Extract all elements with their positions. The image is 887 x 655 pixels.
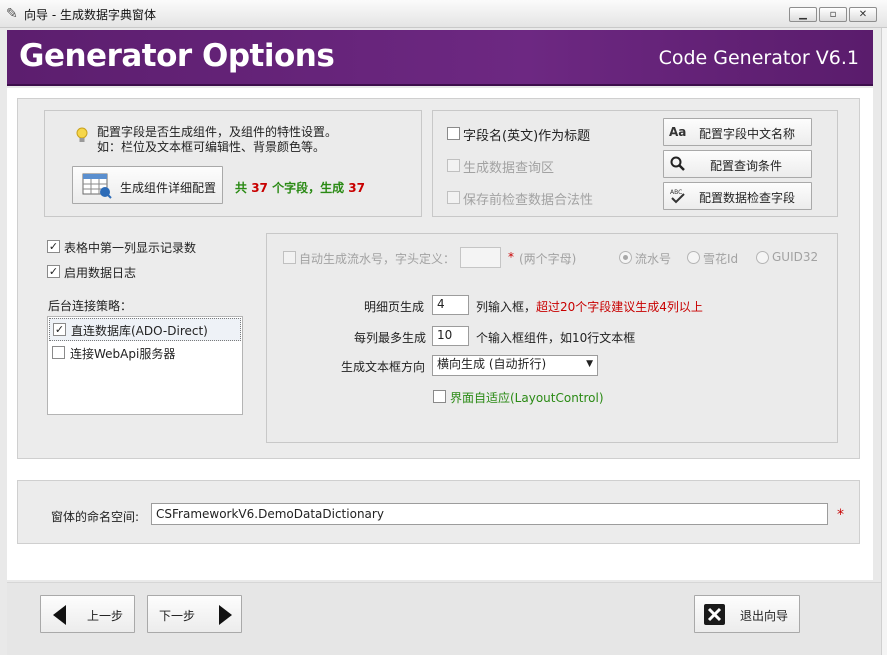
per-col-suffix: 个输入框组件，如10行文本框 [476, 331, 636, 345]
config-validate-button[interactable]: ABC 配置数据检查字段 [663, 182, 812, 210]
enable-log-checkbox[interactable]: ✓ [47, 265, 60, 278]
auto-serial-checkbox[interactable] [283, 251, 296, 264]
list-item[interactable]: ✓ 直连数据库(ADO-Direct) [49, 318, 241, 341]
strategy-direct-checkbox[interactable]: ✓ [53, 323, 66, 336]
layout-config-panel: 自动生成流水号，字头定义： * (两个字母) 流水号 雪花Id GUID32 明… [266, 233, 838, 443]
window-edge [881, 28, 887, 655]
component-config-button[interactable]: 生成组件详细配置 [72, 166, 223, 204]
serial-required-mark: * [508, 250, 514, 264]
validate-checkbox[interactable] [447, 191, 460, 204]
strategy-direct-label: 直连数据库(ADO-Direct) [71, 324, 208, 338]
spellcheck-icon: ABC [670, 188, 686, 204]
header-banner: Generator Options Code Generator V6.1 [7, 30, 873, 86]
window-title: 向导 - 生成数据字典窗体 [24, 8, 156, 22]
enable-log-label: 启用数据日志 [64, 266, 137, 280]
detail-cols-input[interactable]: 4 [432, 295, 469, 315]
wand-icon: ✎ [6, 6, 18, 22]
namespace-required-mark: * [837, 507, 844, 523]
hint-line-2: 如：栏位及文本框可编辑性、背景颜色等。 [97, 140, 326, 154]
namespace-group: 窗体的命名空间: CSFrameworkV6.DemoDataDictionar… [17, 480, 860, 544]
arrow-left-icon [53, 605, 67, 625]
close-button[interactable]: ✕ [849, 7, 877, 22]
banner-subtitle: Code Generator V6.1 [658, 47, 859, 69]
auto-serial-label: 自动生成流水号，字头定义： [299, 252, 456, 266]
maximize-button[interactable]: ▫ [819, 7, 847, 22]
next-button[interactable]: 下一步 [147, 595, 242, 633]
field-name-title-label: 字段名(英文)作为标题 [463, 129, 591, 144]
radio-guid[interactable] [756, 251, 769, 264]
strategy-list: ✓ 直连数据库(ADO-Direct) 连接WebApi服务器 [47, 316, 243, 415]
gen-query-checkbox[interactable] [447, 159, 460, 172]
total-fields: 37 [251, 181, 268, 195]
direction-label: 生成文本框方向 [341, 360, 426, 374]
arrow-right-icon [218, 605, 232, 625]
banner-title: Generator Options [19, 38, 335, 74]
config-query-button[interactable]: 配置查询条件 [663, 150, 812, 178]
show-record-count-label: 表格中第一列显示记录数 [64, 241, 197, 255]
radio-snowflake-label: 雪花Id [703, 252, 739, 266]
prev-button[interactable]: 上一步 [40, 595, 135, 633]
component-panel: 配置字段是否生成组件，及组件的特性设置。 如：栏位及文本框可编辑性、背景颜色等。… [44, 110, 422, 217]
strategy-webapi-checkbox[interactable] [52, 346, 65, 359]
field-name-title-checkbox[interactable] [447, 127, 460, 140]
font-aa-icon: Aa [669, 125, 687, 139]
title-options-panel: 字段名(英文)作为标题 生成数据查询区 保存前检查数据合法性 Aa 配置字段中文… [432, 110, 838, 217]
adaptive-checkbox[interactable] [433, 390, 446, 403]
config-query-label: 配置查询条件 [710, 159, 783, 173]
count-mid: 个字段，生成 [272, 181, 345, 195]
direction-value: 横向生成 (自动折行) [437, 357, 547, 371]
detail-cols-warning: 超过20个字段建议生成4列以上 [536, 300, 703, 314]
title-bar: ✎ 向导 - 生成数据字典窗体 ▁ ▫ ✕ [0, 0, 887, 28]
exit-wizard-button[interactable]: 退出向导 [694, 595, 800, 633]
adaptive-label: 界面自适应(LayoutControl) [450, 391, 604, 405]
config-cn-names-label: 配置字段中文名称 [699, 127, 796, 141]
radio-serial-label: 流水号 [635, 252, 672, 266]
validate-label: 保存前检查数据合法性 [463, 193, 594, 208]
gen-query-label: 生成数据查询区 [463, 161, 555, 176]
radio-snowflake[interactable] [687, 251, 700, 264]
search-icon [670, 156, 686, 172]
radio-guid-label: GUID32 [772, 250, 819, 264]
next-label: 下一步 [159, 609, 196, 623]
radio-serial[interactable] [619, 251, 632, 264]
strategy-webapi-label: 连接WebApi服务器 [70, 347, 176, 361]
namespace-input[interactable]: CSFrameworkV6.DemoDataDictionary [151, 503, 828, 525]
lightbulb-icon [75, 127, 89, 145]
field-count-text: 共 37 个字段，生成 37 [235, 179, 365, 196]
component-config-label: 生成组件详细配置 [120, 181, 217, 195]
prev-label: 上一步 [87, 609, 124, 623]
per-col-input[interactable]: 10 [432, 326, 469, 346]
per-col-label: 每列最多生成 [354, 331, 427, 345]
namespace-label: 窗体的命名空间: [51, 510, 140, 524]
generated-fields: 37 [348, 181, 365, 195]
chevron-down-icon: ▼ [586, 359, 593, 369]
grid-config-icon [82, 173, 112, 199]
config-validate-label: 配置数据检查字段 [699, 191, 796, 205]
detail-cols-suffix: 列输入框， [476, 300, 537, 314]
svg-text:ABC: ABC [670, 189, 682, 196]
count-prefix: 共 [235, 181, 248, 195]
show-record-count-checkbox[interactable]: ✓ [47, 240, 60, 253]
serial-hint: (两个字母) [519, 252, 577, 266]
exit-wizard-label: 退出向导 [740, 609, 789, 623]
strategy-label: 后台连接策略： [48, 299, 133, 313]
list-item[interactable]: 连接WebApi服务器 [49, 342, 241, 364]
close-box-icon [704, 604, 725, 625]
config-cn-names-button[interactable]: Aa 配置字段中文名称 [663, 118, 812, 146]
minimize-button[interactable]: ▁ [789, 7, 817, 22]
serial-prefix-input[interactable] [460, 247, 501, 268]
direction-select[interactable]: 横向生成 (自动折行) ▼ [432, 355, 598, 376]
detail-cols-label: 明细页生成 [364, 300, 425, 314]
